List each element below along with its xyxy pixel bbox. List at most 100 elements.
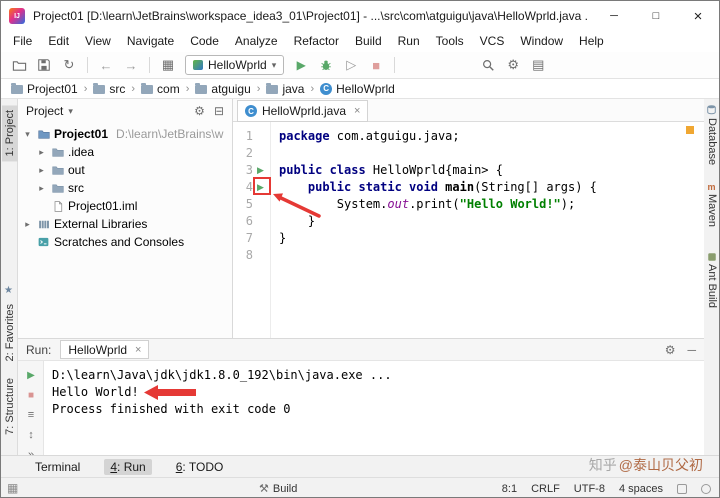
line-number: 1 — [245, 129, 253, 143]
file-icon — [50, 199, 65, 214]
toolwindow-terminal[interactable]: Terminal — [29, 459, 86, 475]
run-settings-gear-icon[interactable]: ⚙ — [665, 343, 676, 357]
menu-item-navigate[interactable]: Navigate — [119, 31, 182, 52]
tab-hellowprld-java[interactable]: C HelloWprld.java × — [237, 100, 369, 122]
editor-tab-label: HelloWprld.java — [262, 104, 347, 118]
rerun-button[interactable]: ▶ — [18, 365, 44, 385]
menu-item-build[interactable]: Build — [347, 31, 390, 52]
file-encoding[interactable]: UTF-8 — [574, 483, 605, 495]
close-icon[interactable]: × — [135, 344, 141, 356]
hide-panel-icon[interactable]: ─ — [687, 343, 696, 357]
chevron-down-icon[interactable]: ▾ — [22, 129, 33, 140]
maximize-button[interactable]: □ — [635, 1, 677, 31]
toolwindow-todo[interactable]: 6: TODO — [170, 459, 230, 475]
code-line-4[interactable]: public static void main(String[] args) { — [279, 179, 704, 196]
debug-button[interactable] — [316, 55, 336, 75]
run-tab-hellowprld[interactable]: HelloWprld × — [60, 340, 150, 359]
menu-item-vcs[interactable]: VCS — [472, 31, 513, 52]
run-config-select[interactable]: HelloWprld ▾ — [185, 55, 285, 75]
code-line-1[interactable]: package com.atguigu.java; — [279, 128, 704, 145]
watermark-handle: @泰山贝父初 — [618, 457, 703, 473]
settings-gear-icon[interactable]: ⚙ — [194, 104, 205, 118]
indent-setting[interactable]: 4 spaces — [619, 483, 663, 495]
menu-item-window[interactable]: Window — [512, 31, 571, 52]
tree-item-project01[interactable]: ▾ Project01 D:\learn\JetBrains\w — [18, 125, 232, 143]
menu-item-analyze[interactable]: Analyze — [227, 31, 286, 52]
chevron-right-icon[interactable]: ▸ — [36, 183, 47, 194]
todo-mnemonic: 6 — [175, 459, 183, 474]
code-line-3[interactable]: public class HelloWprld{main> { — [279, 162, 704, 179]
folder-icon — [11, 83, 23, 94]
toolwindow-switcher-icon[interactable]: ▦ — [7, 481, 18, 495]
tree-item-label: .idea — [68, 145, 95, 159]
toolwindow-run[interactable]: 4: Run — [104, 458, 152, 475]
code-line-6[interactable]: } — [279, 213, 704, 230]
sidebar-item-ant-build[interactable]: Ant Build — [705, 264, 718, 308]
menu-item-refactor[interactable]: Refactor — [286, 31, 347, 52]
tree-item-src[interactable]: ▸ src — [18, 179, 232, 197]
chevron-right-icon[interactable]: ▸ — [36, 147, 47, 158]
close-button[interactable]: × — [677, 1, 719, 31]
menu-item-tools[interactable]: Tools — [428, 31, 472, 52]
breadcrumb-item-com[interactable]: com — [141, 82, 180, 96]
menu-item-help[interactable]: Help — [571, 31, 612, 52]
tree-item-scratches-and-consoles[interactable]: Scratches and Consoles — [18, 233, 232, 251]
breadcrumb-separator-icon: › — [131, 82, 136, 95]
breadcrumb-item-hellowprld[interactable]: C HelloWprld — [320, 82, 395, 96]
readonly-lock-icon[interactable] — [677, 483, 687, 494]
open-file-icon[interactable] — [9, 55, 29, 75]
project-panel-title[interactable]: Project — [26, 104, 63, 118]
menu-item-code[interactable]: Code — [182, 31, 227, 52]
menu-item-edit[interactable]: Edit — [40, 31, 77, 52]
console-settings-icon[interactable]: ≡ — [18, 405, 44, 425]
menu-item-file[interactable]: File — [5, 31, 40, 52]
menu-item-view[interactable]: View — [77, 31, 119, 52]
sidebar-item-favorites[interactable]: 2: Favorites — [2, 299, 18, 366]
breadcrumb-item-java[interactable]: java — [266, 82, 304, 96]
scroll-to-end-icon[interactable]: ↕ — [18, 425, 44, 445]
tree-item-external-libraries[interactable]: ▸ External Libraries — [18, 215, 232, 233]
chevron-right-icon[interactable]: ▸ — [36, 165, 47, 176]
menu-item-run[interactable]: Run — [390, 31, 428, 52]
forward-icon[interactable]: → — [121, 55, 141, 75]
back-icon[interactable]: ← — [96, 55, 116, 75]
intellij-window: IJ Project01 [D:\learn\JetBrains\workspa… — [0, 0, 720, 498]
caret-position[interactable]: 8:1 — [502, 483, 517, 495]
settings-gear-icon[interactable]: ⚙ — [503, 55, 523, 75]
sidebar-item-database[interactable]: Database — [705, 118, 718, 165]
line-separator[interactable]: CRLF — [531, 483, 560, 495]
coverage-button[interactable]: ▷ — [341, 55, 361, 75]
code-line-5[interactable]: System.out.print("Hello World!"); — [279, 196, 704, 213]
code-line-7[interactable]: } — [279, 230, 704, 247]
stop-button[interactable]: ■ — [18, 385, 44, 405]
minimize-button[interactable]: ─ — [593, 1, 635, 31]
sync-icon[interactable]: ↻ — [59, 55, 79, 75]
sidebar-item-structure[interactable]: 7: Structure — [2, 373, 18, 440]
save-all-icon[interactable] — [34, 55, 54, 75]
run-toolbar: ▶ ■ ≡ ↕ » — [18, 361, 44, 461]
tree-item-project01-iml[interactable]: Project01.iml — [18, 197, 232, 215]
close-icon[interactable]: × — [354, 105, 360, 117]
breadcrumb-item-src[interactable]: src — [93, 82, 125, 96]
breadcrumb-item-project01[interactable]: Project01 — [11, 82, 78, 96]
chevron-right-icon[interactable]: ▸ — [22, 219, 33, 230]
tree-item-idea[interactable]: ▸ .idea — [18, 143, 232, 161]
breadcrumb-item-atguigu[interactable]: atguigu — [195, 82, 251, 96]
editor-code[interactable]: package com.atguigu.java; public class He… — [271, 122, 704, 338]
code-token: } — [279, 231, 287, 245]
run-console[interactable]: D:\learn\Java\jdk\jdk1.8.0_192\bin\java.… — [44, 361, 704, 455]
zhihu-watermark: 知乎 @泰山贝父初 — [589, 454, 703, 476]
hector-inspector-icon[interactable] — [701, 483, 711, 494]
sidebar-item-maven[interactable]: Maven — [705, 194, 718, 227]
tree-item-out[interactable]: ▸ out — [18, 161, 232, 179]
sidebar-item-project[interactable]: 1: Project — [2, 105, 18, 162]
run-button[interactable]: ▶ — [291, 55, 311, 75]
search-everywhere-icon[interactable] — [478, 55, 498, 75]
build-status[interactable]: ⚒ Build — [259, 478, 297, 497]
project-structure-icon[interactable]: ▤ — [528, 55, 548, 75]
chevron-down-icon[interactable]: ▾ — [68, 106, 73, 117]
stop-button[interactable]: ■ — [366, 55, 386, 75]
run-anything-icon[interactable]: ▦ — [158, 55, 178, 75]
collapse-all-icon[interactable]: ⊟ — [214, 104, 224, 118]
